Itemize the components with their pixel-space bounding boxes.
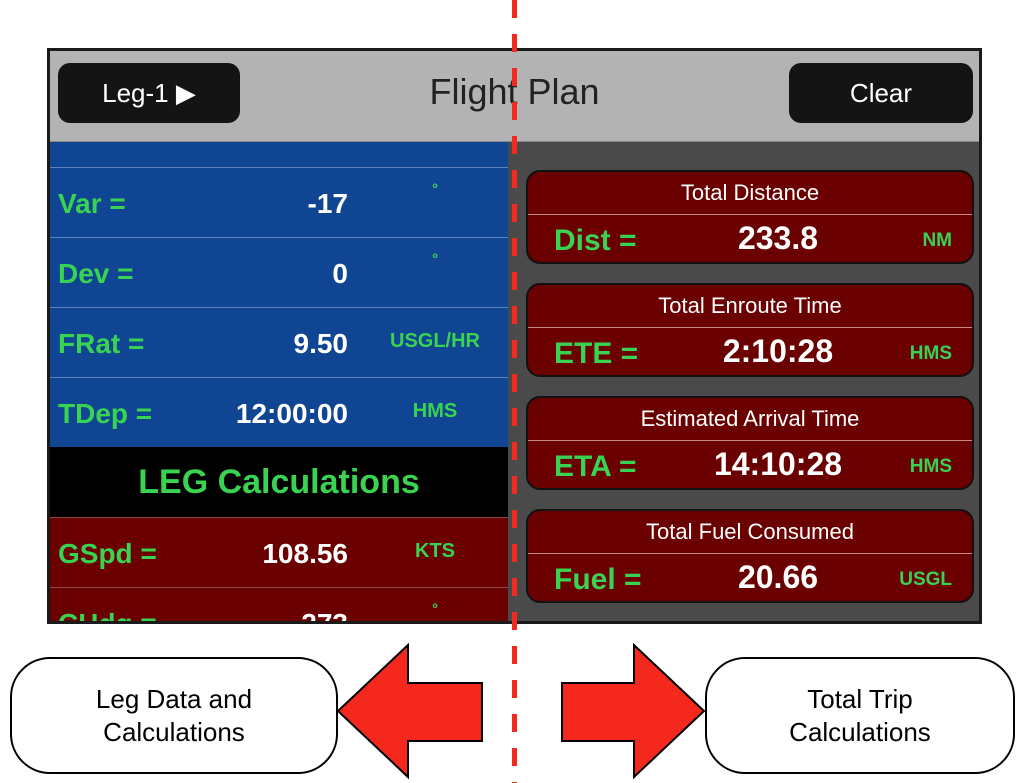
trip-totals-pane: Total Distance Dist = 233.8 NM Total Enr… bbox=[508, 142, 979, 621]
card-divider bbox=[528, 553, 972, 554]
row-label: GSpd = bbox=[58, 538, 157, 569]
row-value: 0 bbox=[332, 258, 348, 289]
total-fuel-consumed-card[interactable]: Total Fuel Consumed Fuel = 20.66 USGL bbox=[526, 509, 974, 603]
total-distance-card[interactable]: Total Distance Dist = 233.8 NM bbox=[526, 170, 974, 264]
card-label: Dist = bbox=[554, 224, 637, 257]
total-enroute-time-card[interactable]: Total Enroute Time ETE = 2:10:28 HMS bbox=[526, 283, 974, 377]
leg-data-pane[interactable]: Var = -17 º Dev = 0 º FRat = 9.50 USGL/H… bbox=[50, 142, 508, 624]
row-label: CHdg = bbox=[58, 608, 157, 624]
row-label: TDep = bbox=[58, 398, 153, 429]
card-unit: HMS bbox=[909, 343, 952, 364]
card-label: Fuel = bbox=[554, 563, 642, 596]
leg-data-callout: Leg Data and Calculations bbox=[10, 657, 338, 774]
card-value: 233.8 bbox=[737, 220, 819, 256]
row-label: Var = bbox=[58, 188, 126, 219]
card-title: Estimated Arrival Time bbox=[640, 406, 860, 431]
pane-divider-line bbox=[512, 0, 517, 783]
card-unit: USGL bbox=[899, 569, 952, 590]
card-value: 20.66 bbox=[737, 559, 819, 595]
estimated-arrival-time-card[interactable]: Estimated Arrival Time ETA = 14:10:28 HM… bbox=[526, 396, 974, 490]
row-unit: HMS bbox=[412, 400, 458, 422]
card-divider bbox=[528, 214, 972, 215]
card-title: Total Enroute Time bbox=[658, 293, 842, 318]
leg-calculations-header: LEG Calculations bbox=[50, 447, 508, 517]
arrow-right-icon bbox=[561, 643, 706, 780]
leg-row-chdg[interactable]: CHdg = 273 º bbox=[50, 587, 508, 624]
card-value: 2:10:28 bbox=[722, 333, 834, 369]
card-label: ETE = bbox=[554, 337, 639, 370]
leg-row-dev[interactable]: Dev = 0 º bbox=[50, 237, 508, 307]
degree-icon: º bbox=[432, 600, 438, 616]
card-title: Total Distance bbox=[680, 180, 820, 205]
row-value: -17 bbox=[307, 188, 348, 219]
card-divider bbox=[528, 327, 972, 328]
card-label: ETA = bbox=[554, 450, 637, 483]
degree-icon: º bbox=[432, 180, 438, 196]
card-title: Total Fuel Consumed bbox=[646, 519, 854, 544]
row-unit: KTS bbox=[415, 540, 455, 562]
callout-text: Total Trip Calculations bbox=[789, 684, 931, 747]
card-value: 14:10:28 bbox=[713, 446, 843, 482]
card-unit: HMS bbox=[909, 456, 952, 477]
row-value: 108.56 bbox=[262, 538, 348, 569]
row-value: 12:00:00 bbox=[235, 398, 348, 429]
leg-row-frat[interactable]: FRat = 9.50 USGL/HR bbox=[50, 307, 508, 377]
row-label: FRat = bbox=[58, 328, 145, 359]
clear-button[interactable]: Clear bbox=[789, 63, 973, 123]
card-divider bbox=[528, 440, 972, 441]
trip-calc-callout: Total Trip Calculations bbox=[705, 657, 1015, 774]
row-value: 273 bbox=[301, 608, 348, 624]
degree-icon: º bbox=[432, 250, 438, 266]
leg-row-tdep[interactable]: TDep = 12:00:00 HMS bbox=[50, 377, 508, 447]
leg-row-var[interactable]: Var = -17 º bbox=[50, 167, 508, 237]
row-value: 9.50 bbox=[293, 328, 349, 359]
callout-text: Leg Data and Calculations bbox=[95, 684, 253, 747]
leg-row-gspd[interactable]: GSpd = 108.56 KTS bbox=[50, 517, 508, 587]
row-unit: USGL/HR bbox=[390, 330, 480, 352]
row-label: Dev = bbox=[58, 258, 134, 289]
card-unit: NM bbox=[922, 230, 952, 251]
arrow-left-icon bbox=[336, 643, 483, 780]
